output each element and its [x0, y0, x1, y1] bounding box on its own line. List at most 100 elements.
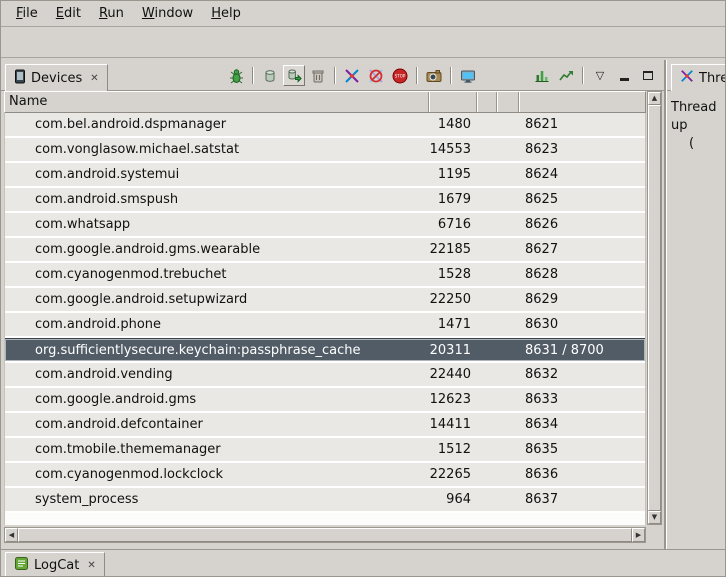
- tab-logcat[interactable]: LogCat ✕: [5, 552, 105, 577]
- cell-spacer: [497, 388, 519, 411]
- table-row[interactable]: com.android.phone 1471 8630: [5, 313, 645, 338]
- cell-spacer: [497, 313, 519, 336]
- cell-spacer: [497, 413, 519, 436]
- cell-spacer: [497, 339, 519, 361]
- threads-tab-row: Threa: [667, 60, 725, 91]
- devices-view: Devices ✕: [1, 60, 666, 549]
- view-menu-icon[interactable]: ▽: [589, 65, 611, 86]
- table-row[interactable]: com.vonglasow.michael.satstat 14553 8623: [5, 138, 645, 163]
- vertical-scrollbar[interactable]: ▲ ▼: [647, 91, 662, 525]
- menu-window[interactable]: Window: [133, 3, 202, 24]
- cell-spacer: [477, 113, 497, 136]
- menu-bar: File Edit Run Window Help: [1, 1, 725, 27]
- table-row[interactable]: com.android.systemui 1195 8624: [5, 163, 645, 188]
- cell-port: 8627: [519, 238, 645, 261]
- cell-spacer: [477, 488, 497, 511]
- cell-pid: 22250: [429, 288, 477, 311]
- cell-port: 8629: [519, 288, 645, 311]
- menu-run[interactable]: Run: [90, 3, 133, 24]
- menu-edit[interactable]: Edit: [47, 3, 90, 24]
- cell-port: 8623: [519, 138, 645, 161]
- tab-threads[interactable]: Threa: [671, 64, 725, 91]
- tab-devices[interactable]: Devices ✕: [5, 64, 108, 91]
- scrollbar-corner: [647, 527, 662, 543]
- table-row[interactable]: com.android.defcontainer 14411 8634: [5, 413, 645, 438]
- main-toolbar: [1, 27, 725, 58]
- cell-spacer: [477, 188, 497, 211]
- column-header-pid[interactable]: [429, 92, 477, 112]
- scroll-up-icon[interactable]: ▲: [648, 92, 661, 105]
- menu-file[interactable]: File: [7, 3, 47, 24]
- table-row[interactable]: com.tmobile.thememanager 1512 8635: [5, 438, 645, 463]
- cell-spacer: [497, 463, 519, 486]
- column-header-spacer1[interactable]: [477, 92, 497, 112]
- cell-spacer: [497, 238, 519, 261]
- network-stats-icon[interactable]: [555, 65, 577, 86]
- cause-gc-icon[interactable]: [307, 65, 329, 86]
- cell-port: 8625: [519, 188, 645, 211]
- cell-pid: 6716: [429, 213, 477, 236]
- cell-port: 8626: [519, 213, 645, 236]
- cell-name: com.bel.android.dspmanager: [5, 113, 429, 136]
- column-header-name[interactable]: Name: [5, 92, 429, 112]
- maximize-icon[interactable]: [637, 65, 659, 86]
- scroll-left-icon[interactable]: ◀: [5, 528, 18, 542]
- cell-name: com.cyanogenmod.trebuchet: [5, 263, 429, 286]
- device-phone-icon: [14, 69, 26, 88]
- cell-spacer: [497, 288, 519, 311]
- dump-hprof-icon[interactable]: [283, 65, 305, 86]
- table-row[interactable]: com.google.android.gms.wearable 22185 86…: [5, 238, 645, 263]
- cell-name: com.whatsapp: [5, 213, 429, 236]
- cell-port: 8633: [519, 388, 645, 411]
- table-row[interactable]: com.android.smspush 1679 8625: [5, 188, 645, 213]
- cell-spacer: [497, 163, 519, 186]
- table-row[interactable]: com.cyanogenmod.lockclock 22265 8636: [5, 463, 645, 488]
- cell-port: 8628: [519, 263, 645, 286]
- table-row[interactable]: com.whatsapp 6716 8626: [5, 213, 645, 238]
- cell-pid: 1512: [429, 438, 477, 461]
- cell-pid: 1471: [429, 313, 477, 336]
- close-icon[interactable]: ✕: [87, 73, 98, 84]
- stop-method-profiling-icon[interactable]: [365, 65, 387, 86]
- debug-process-icon[interactable]: [225, 65, 247, 86]
- cell-name: com.google.android.setupwizard: [5, 288, 429, 311]
- update-threads-icon[interactable]: [341, 65, 363, 86]
- bottom-view-bar: LogCat ✕: [1, 549, 725, 576]
- table-row[interactable]: org.sufficientlysecure.keychain:passphra…: [5, 338, 645, 363]
- table-row[interactable]: com.bel.android.dspmanager 1480 8621: [5, 113, 645, 138]
- close-icon[interactable]: ✕: [84, 560, 95, 571]
- toolbar-separator: [582, 67, 584, 84]
- stop-process-icon[interactable]: STOP: [389, 65, 411, 86]
- column-header-spacer2[interactable]: [497, 92, 519, 112]
- horizontal-scrollbar[interactable]: ◀ ▶: [4, 527, 646, 543]
- cell-pid: 20311: [429, 339, 477, 361]
- scroll-down-icon[interactable]: ▼: [648, 511, 661, 524]
- table-row[interactable]: com.android.vending 22440 8632: [5, 363, 645, 388]
- vertical-scroll-thumb[interactable]: [648, 105, 661, 511]
- cell-pid: 1528: [429, 263, 477, 286]
- cell-spacer: [477, 213, 497, 236]
- menu-help[interactable]: Help: [202, 3, 250, 24]
- cell-spacer: [497, 213, 519, 236]
- threads-message-line2: (: [671, 135, 721, 153]
- table-row[interactable]: com.google.android.setupwizard 22250 862…: [5, 288, 645, 313]
- cell-spacer: [497, 113, 519, 136]
- column-header-port[interactable]: [519, 92, 645, 112]
- horizontal-scroll-thumb[interactable]: [18, 528, 632, 542]
- update-heap-icon[interactable]: [259, 65, 281, 86]
- minimize-icon[interactable]: [613, 65, 635, 86]
- table-row[interactable]: system_process 964 8637: [5, 488, 645, 513]
- cell-spacer: [497, 363, 519, 386]
- sysinfo-icon[interactable]: [531, 65, 553, 86]
- table-row[interactable]: com.cyanogenmod.trebuchet 1528 8628: [5, 263, 645, 288]
- table-row[interactable]: com.google.android.gms 12623 8633: [5, 388, 645, 413]
- workbench-area: Devices ✕: [1, 60, 725, 549]
- cell-spacer: [477, 288, 497, 311]
- scroll-right-icon[interactable]: ▶: [632, 528, 645, 542]
- capture-video-icon[interactable]: [457, 65, 479, 86]
- cell-spacer: [477, 438, 497, 461]
- screen-capture-icon[interactable]: [423, 65, 445, 86]
- cell-spacer: [497, 188, 519, 211]
- cell-name: com.google.android.gms: [5, 388, 429, 411]
- svg-text:STOP: STOP: [395, 73, 406, 78]
